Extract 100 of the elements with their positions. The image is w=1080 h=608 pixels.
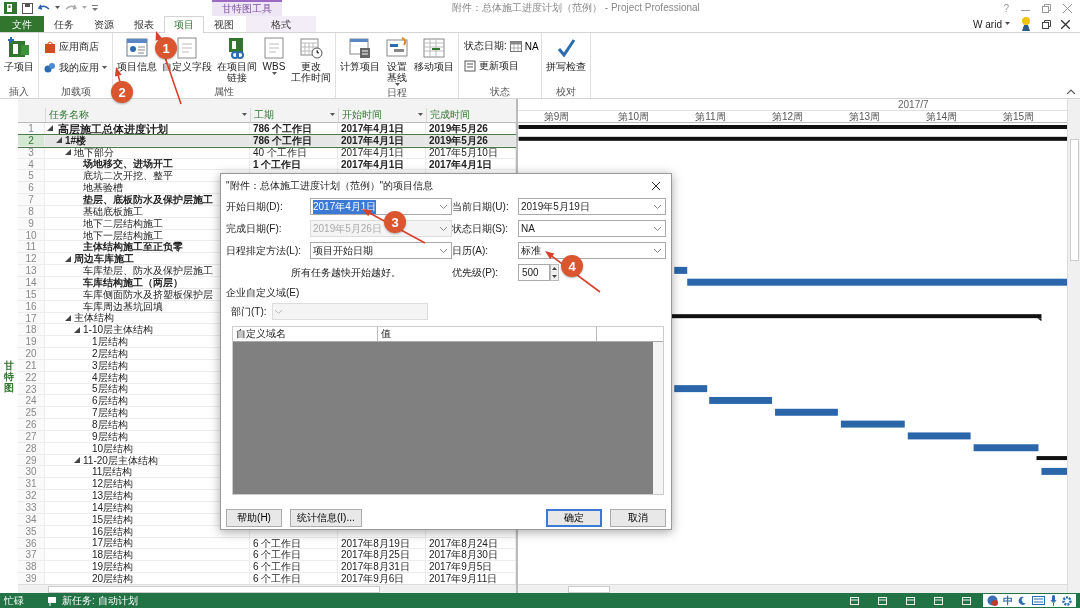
expand-toggle-icon[interactable]	[56, 137, 62, 144]
globe-icon[interactable]	[987, 595, 998, 606]
restore-icon[interactable]	[1042, 19, 1051, 29]
dialog-button[interactable]: 取消	[610, 509, 666, 527]
collapse-ribbon-icon[interactable]	[1067, 89, 1075, 94]
moon-icon[interactable]	[1018, 596, 1027, 605]
dropdown-field[interactable]: 2017年4月1日	[310, 198, 452, 215]
ribbon-button[interactable]: 设置 基线	[383, 35, 411, 87]
timescale-label: 第9周	[542, 111, 571, 122]
timescale-label: 第14周	[924, 111, 959, 122]
task-bar	[674, 385, 708, 393]
task-name: 1层结构	[92, 336, 128, 348]
caret-icon[interactable]	[394, 83, 400, 87]
keyboard-icon[interactable]	[1032, 596, 1045, 605]
expand-toggle-icon[interactable]	[47, 125, 53, 132]
vertical-scrollbar[interactable]	[653, 342, 663, 494]
status-date-button[interactable]: NA	[524, 40, 539, 52]
custom-field-grid[interactable]: 自定义域名 值	[232, 326, 664, 495]
column-header[interactable]: 开始时间	[338, 108, 426, 122]
horizontal-scrollbar[interactable]	[518, 584, 1067, 593]
filter-caret-icon[interactable]	[242, 112, 247, 117]
vertical-scrollbar[interactable]	[1067, 99, 1080, 593]
ribbon-button[interactable]: 移动项目	[412, 35, 456, 72]
customize-icon[interactable]	[92, 5, 98, 11]
ribbon-tab[interactable]: 报表	[124, 16, 164, 32]
dialog-button[interactable]: 帮助(H)	[226, 509, 282, 527]
ribbon-button[interactable]: 计算项目	[338, 35, 382, 72]
ribbon-tab[interactable]: 任务	[44, 16, 84, 32]
column-header[interactable]: 完成时间	[426, 108, 516, 122]
spinner-arrows-icon[interactable]	[550, 264, 559, 281]
task-bar	[840, 420, 905, 428]
column-header[interactable]: 工期	[250, 108, 338, 122]
expand-toggle-icon[interactable]	[65, 149, 71, 156]
ribbon-tab[interactable]: 格式	[246, 16, 316, 32]
row-number: 25	[18, 407, 45, 419]
ribbon-button[interactable]: 更新项目	[461, 58, 522, 74]
row-number: 35	[18, 525, 45, 537]
dropdown-field[interactable]: 标准	[518, 242, 666, 259]
caret-icon[interactable]	[271, 72, 277, 76]
caret-icon[interactable]	[102, 66, 107, 70]
ribbon-button[interactable]: 在项目间 链接	[215, 35, 259, 83]
undo-icon[interactable]	[38, 3, 50, 13]
chevron-icon	[440, 204, 447, 209]
row-number: 36	[18, 537, 45, 549]
caret-icon[interactable]	[55, 6, 60, 10]
table-cell: 2017年8月31日	[341, 561, 410, 573]
row-number: 26	[18, 419, 45, 430]
view-shortcut-icon[interactable]	[934, 596, 943, 605]
ribbon-tab[interactable]: 资源	[84, 16, 124, 32]
settings-icon[interactable]	[1062, 595, 1072, 606]
status-text[interactable]: 新任务: 自动计划	[62, 593, 138, 608]
table-row[interactable]: 36 17层结构 6 个工作日 2017年8月19日 2017年8月24日	[18, 537, 516, 550]
expand-toggle-icon[interactable]	[74, 326, 80, 333]
ribbon-button[interactable]: 更改 工作时间	[289, 35, 333, 83]
view-shortcut-icon[interactable]	[878, 596, 887, 605]
caret-icon[interactable]	[1005, 22, 1010, 26]
timescale-label: 第15周	[1001, 111, 1036, 122]
horizontal-scrollbar[interactable]	[18, 584, 516, 593]
dropdown-field[interactable]: 2019年5月19日	[518, 198, 666, 215]
section-label: 企业自定义域(E)	[226, 286, 301, 300]
filter-caret-icon[interactable]	[418, 112, 423, 117]
expand-toggle-icon[interactable]	[74, 457, 80, 464]
table-row[interactable]: 38 19层结构 6 个工作日 2017年8月31日 2017年9月5日	[18, 561, 516, 574]
dialog-button[interactable]: 统计信息(I)...	[290, 509, 362, 527]
microphone-icon[interactable]	[1050, 595, 1057, 606]
ribbon-button[interactable]: 子项目	[2, 35, 36, 72]
table-row[interactable]: 2 1#楼 786 个工作日 2017年4月1日 2019年5月26	[18, 134, 516, 147]
ribbon-button[interactable]: 拼写检查	[543, 35, 588, 72]
input-method-indicator[interactable]: 中	[1003, 593, 1013, 608]
ribbon-tab[interactable]: 视图	[204, 16, 244, 32]
window-title: 附件：总体施工进度计划（范例） - Project Professional	[452, 1, 700, 15]
ribbon-tab[interactable]: 项目	[164, 16, 204, 33]
row-number: 37	[18, 549, 45, 561]
close-icon[interactable]	[652, 182, 660, 190]
view-shortcut-icon[interactable]	[962, 596, 971, 605]
user-name[interactable]: W arid	[973, 18, 1002, 30]
row-number: 24	[18, 395, 45, 407]
ribbon-button[interactable]: 应用商店	[41, 39, 102, 55]
view-shortcut-icon[interactable]	[850, 596, 859, 605]
view-shortcut-icon[interactable]	[906, 596, 915, 605]
avatar-icon[interactable]	[1020, 17, 1032, 31]
ribbon-tab[interactable]: 文件	[0, 16, 44, 32]
dropdown-field[interactable]: NA	[518, 220, 666, 237]
table-cell: 786 个工作日	[253, 134, 313, 146]
table-cell: 2019年5月26	[429, 134, 488, 146]
expand-toggle-icon[interactable]	[65, 314, 71, 321]
close-icon[interactable]	[1061, 19, 1070, 29]
table-row[interactable]: 37 18层结构 6 个工作日 2017年8月25日 2017年8月30日	[18, 549, 516, 562]
dialog-button[interactable]: 确定	[546, 509, 602, 527]
ribbon-button[interactable]: WBS	[260, 35, 288, 76]
dropdown-field[interactable]: 项目开始日期	[310, 242, 452, 259]
number-field[interactable]: 500	[518, 264, 550, 281]
table-row[interactable]: 3 地下部分 40 个工作日 2017年4月1日 2017年5月10日	[18, 146, 516, 159]
save-icon[interactable]	[22, 2, 33, 14]
column-header[interactable]: 任务名称	[45, 108, 250, 122]
ribbon-button[interactable]: 我的应用	[41, 60, 110, 76]
filter-caret-icon[interactable]	[330, 112, 335, 117]
table-row[interactable]: 4 场地移交、进场开工 1 个工作日 2017年4月1日 2017年4月1日	[18, 158, 516, 171]
calendar-icon[interactable]	[509, 40, 522, 52]
expand-toggle-icon[interactable]	[65, 255, 71, 262]
